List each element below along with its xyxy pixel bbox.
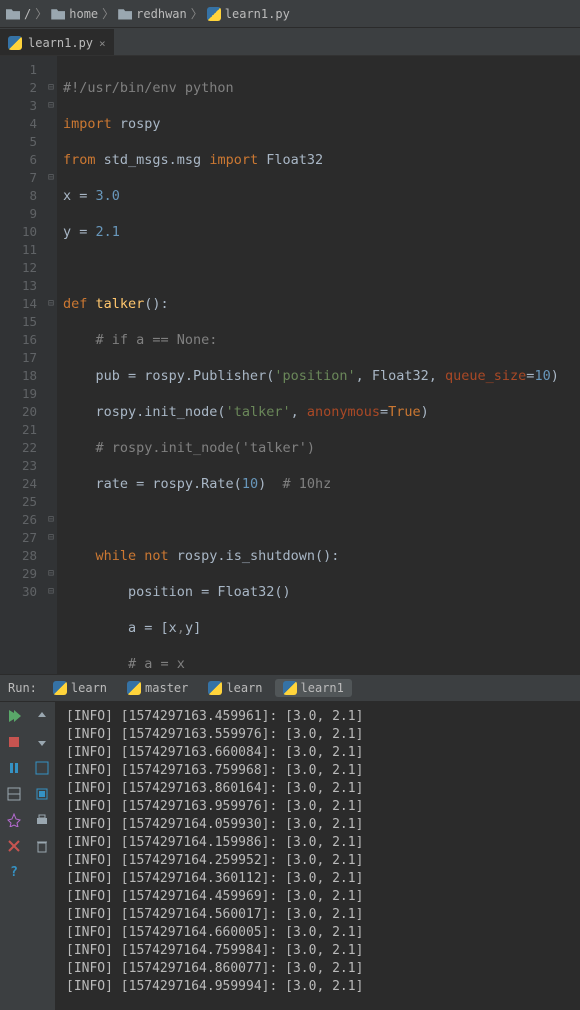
- python-icon: [283, 681, 297, 695]
- breadcrumb-root[interactable]: /: [6, 7, 31, 21]
- python-icon: [208, 681, 222, 695]
- print-button[interactable]: [32, 810, 52, 830]
- close-icon[interactable]: ×: [99, 37, 106, 50]
- code-area[interactable]: #!/usr/bin/env python import rospy from …: [57, 56, 580, 674]
- down-button[interactable]: [32, 732, 52, 752]
- run-tab-master[interactable]: master: [119, 679, 196, 697]
- scroll-button[interactable]: [32, 784, 52, 804]
- run-tool-column-2: [28, 702, 56, 1010]
- soft-wrap-button[interactable]: [32, 758, 52, 778]
- run-toolbar: Run: learn master learn learn1: [0, 674, 580, 702]
- stop-button[interactable]: [4, 732, 24, 752]
- layout-button[interactable]: [4, 784, 24, 804]
- breadcrumb-home[interactable]: home: [51, 7, 98, 21]
- fold-gutter[interactable]: ⊟⊟⊟⊟⊟⊟⊟⊟: [45, 56, 57, 674]
- up-button[interactable]: [32, 706, 52, 726]
- python-icon: [127, 681, 141, 695]
- folder-icon: [51, 8, 65, 20]
- editor-tabbar: learn1.py ×: [0, 28, 580, 56]
- help-button[interactable]: ?: [4, 862, 24, 882]
- folder-icon: [118, 8, 132, 20]
- python-icon: [53, 681, 67, 695]
- rerun-button[interactable]: [4, 706, 24, 726]
- breadcrumb-user[interactable]: redhwan: [118, 7, 187, 21]
- python-icon: [8, 36, 22, 50]
- run-label: Run:: [8, 681, 37, 695]
- run-tab-learn2[interactable]: learn: [200, 679, 270, 697]
- tab-label: learn1.py: [28, 36, 93, 50]
- run-tool-column: ?: [0, 702, 28, 1010]
- trash-button[interactable]: [32, 836, 52, 856]
- breadcrumb-separator: 〉: [102, 5, 114, 22]
- editor-tab[interactable]: learn1.py ×: [0, 29, 114, 55]
- code-editor[interactable]: 1234567891011121314151617181920212223242…: [0, 56, 580, 674]
- line-number-gutter: 1234567891011121314151617181920212223242…: [0, 56, 45, 674]
- run-console: ? [INFO] [1574297163.459961]: [3.0, 2.1]…: [0, 702, 580, 1010]
- pin-button[interactable]: [4, 810, 24, 830]
- breadcrumb-separator: 〉: [191, 5, 203, 22]
- run-tab-learn[interactable]: learn: [45, 679, 115, 697]
- python-icon: [207, 7, 221, 21]
- breadcrumb-bar: / 〉 home 〉 redhwan 〉 learn1.py: [0, 0, 580, 28]
- breadcrumb-file[interactable]: learn1.py: [207, 7, 290, 21]
- folder-icon: [6, 8, 20, 20]
- stop-icon: [9, 737, 19, 747]
- pause-icon: [10, 763, 18, 773]
- close-button[interactable]: [4, 836, 24, 856]
- console-output[interactable]: [INFO] [1574297163.459961]: [3.0, 2.1] […: [56, 702, 580, 1010]
- breadcrumb-separator: 〉: [35, 5, 47, 22]
- run-tab-learn1[interactable]: learn1: [275, 679, 352, 697]
- pause-button[interactable]: [4, 758, 24, 778]
